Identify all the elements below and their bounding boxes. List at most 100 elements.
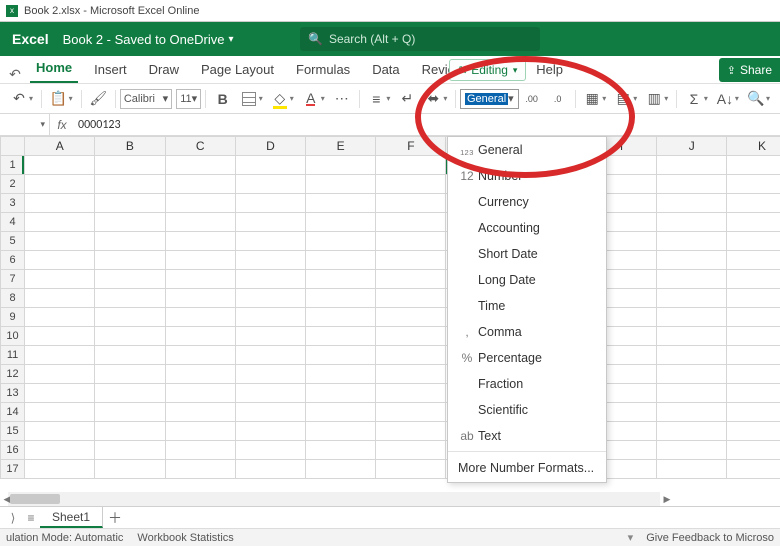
cell-A16[interactable]	[25, 441, 95, 460]
cell-E12[interactable]	[306, 365, 376, 384]
undo-icon[interactable]: ↶	[8, 66, 22, 83]
document-name[interactable]: Book 2 - Saved to OneDrive ▾	[63, 32, 234, 47]
cell-E1[interactable]	[306, 156, 376, 175]
cell-D17[interactable]	[235, 460, 305, 479]
cell-D4[interactable]	[235, 213, 305, 232]
cell-E4[interactable]	[306, 213, 376, 232]
cell-K10[interactable]	[727, 327, 780, 346]
cell-E10[interactable]	[306, 327, 376, 346]
cell-D1[interactable]	[235, 156, 305, 175]
name-box[interactable]: ▾	[0, 114, 50, 135]
cell-A6[interactable]	[25, 251, 95, 270]
row-header-15[interactable]: 15	[1, 422, 25, 441]
share-button[interactable]: ⇪ Share	[719, 58, 780, 82]
cell-A11[interactable]	[25, 346, 95, 365]
decrease-decimal-button[interactable]: .0	[549, 90, 567, 108]
cell-A9[interactable]	[25, 308, 95, 327]
number-format-option-percentage[interactable]: %Percentage	[448, 345, 606, 371]
cell-K16[interactable]	[727, 441, 780, 460]
cell-K11[interactable]	[727, 346, 780, 365]
cell-E11[interactable]	[306, 346, 376, 365]
cell-F17[interactable]	[376, 460, 446, 479]
cell-F8[interactable]	[376, 289, 446, 308]
cell-C17[interactable]	[165, 460, 235, 479]
cell-F3[interactable]	[376, 194, 446, 213]
cell-J8[interactable]	[657, 289, 727, 308]
cell-B5[interactable]	[95, 232, 165, 251]
number-format-option-currency[interactable]: Currency	[448, 189, 606, 215]
cell-A5[interactable]	[25, 232, 95, 251]
col-header-C[interactable]: C	[165, 137, 235, 156]
cell-E9[interactable]	[306, 308, 376, 327]
cell-B10[interactable]	[95, 327, 165, 346]
cell-J12[interactable]	[657, 365, 727, 384]
cell-C4[interactable]	[165, 213, 235, 232]
number-format-option-number[interactable]: 12Number	[448, 163, 606, 189]
number-format-option-time[interactable]: Time	[448, 293, 606, 319]
cell-A17[interactable]	[25, 460, 95, 479]
cell-J3[interactable]	[657, 194, 727, 213]
cell-K15[interactable]	[727, 422, 780, 441]
cell-J10[interactable]	[657, 327, 727, 346]
cell-J16[interactable]	[657, 441, 727, 460]
cell-C14[interactable]	[165, 403, 235, 422]
tab-insert[interactable]: Insert	[88, 58, 133, 83]
find-button[interactable]: 🔍▾	[747, 90, 770, 108]
sheet-tab-sheet1[interactable]: Sheet1	[40, 507, 103, 528]
cell-A2[interactable]	[25, 175, 95, 194]
brand-label[interactable]: Excel	[12, 31, 49, 47]
cell-D15[interactable]	[235, 422, 305, 441]
cell-J4[interactable]	[657, 213, 727, 232]
scroll-right-icon[interactable]: ▶	[660, 492, 674, 506]
cell-C11[interactable]	[165, 346, 235, 365]
cell-D5[interactable]	[235, 232, 305, 251]
cell-A8[interactable]	[25, 289, 95, 308]
number-format-dropdown[interactable]: ₁₂₃General12NumberCurrencyAccountingShor…	[447, 136, 607, 483]
cell-E2[interactable]	[306, 175, 376, 194]
cell-J15[interactable]	[657, 422, 727, 441]
row-header-11[interactable]: 11	[1, 346, 25, 365]
cell-J14[interactable]	[657, 403, 727, 422]
cell-K2[interactable]	[727, 175, 780, 194]
cell-C5[interactable]	[165, 232, 235, 251]
cell-B17[interactable]	[95, 460, 165, 479]
formula-input[interactable]: 0000123	[74, 118, 780, 132]
tab-page-layout[interactable]: Page Layout	[195, 58, 280, 83]
cell-C15[interactable]	[165, 422, 235, 441]
sheet-nav-prev-icon[interactable]: ⟩	[4, 511, 22, 525]
cell-B4[interactable]	[95, 213, 165, 232]
cell-F6[interactable]	[376, 251, 446, 270]
increase-decimal-button[interactable]: .00	[523, 90, 541, 108]
col-header-D[interactable]: D	[235, 137, 305, 156]
row-header-7[interactable]: 7	[1, 270, 25, 289]
cell-F7[interactable]	[376, 270, 446, 289]
row-header-3[interactable]: 3	[1, 194, 25, 213]
number-format-option-text[interactable]: abText	[448, 423, 606, 449]
cell-K7[interactable]	[727, 270, 780, 289]
cell-D16[interactable]	[235, 441, 305, 460]
cell-E5[interactable]	[306, 232, 376, 251]
cell-C2[interactable]	[165, 175, 235, 194]
tab-home[interactable]: Home	[30, 56, 78, 83]
cell-D11[interactable]	[235, 346, 305, 365]
cell-C16[interactable]	[165, 441, 235, 460]
row-header-14[interactable]: 14	[1, 403, 25, 422]
cell-C9[interactable]	[165, 308, 235, 327]
cell-C12[interactable]	[165, 365, 235, 384]
worksheet-grid[interactable]: ABCDEFGHIJKL1000012323456789101112131415…	[0, 136, 780, 506]
cell-J9[interactable]	[657, 308, 727, 327]
cell-E7[interactable]	[306, 270, 376, 289]
fill-color-button[interactable]: ◇▾	[271, 90, 294, 108]
undo-button[interactable]: ↶▾	[10, 90, 33, 108]
cell-D2[interactable]	[235, 175, 305, 194]
cell-B3[interactable]	[95, 194, 165, 213]
cell-F16[interactable]	[376, 441, 446, 460]
editing-mode-button[interactable]: ✎ Editing ▾	[449, 59, 526, 81]
cell-D12[interactable]	[235, 365, 305, 384]
cell-K3[interactable]	[727, 194, 780, 213]
number-format-option-scientific[interactable]: Scientific	[448, 397, 606, 423]
cell-B7[interactable]	[95, 270, 165, 289]
conditional-formatting-button[interactable]: ▦▾	[583, 90, 606, 108]
row-header-8[interactable]: 8	[1, 289, 25, 308]
cell-D9[interactable]	[235, 308, 305, 327]
